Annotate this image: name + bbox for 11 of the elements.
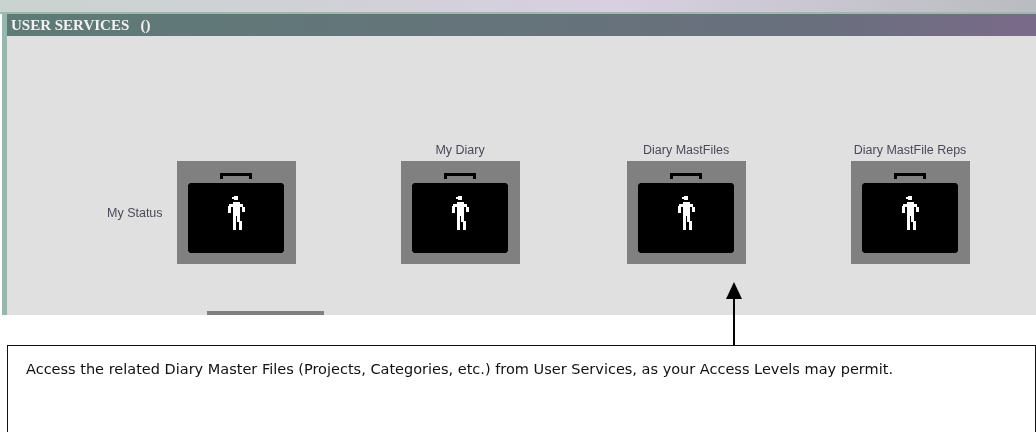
service-button[interactable]	[400, 161, 520, 264]
service-label: My Status	[107, 205, 163, 220]
callout-text: Access the related Diary Master Files (Projects, Categories, etc.) from User Services, as your Access Levels may permit.	[26, 360, 894, 378]
service-button[interactable]	[850, 161, 970, 264]
window-title: USER SERVICES ()	[11, 16, 151, 34]
service-label: Diary MastFiles	[643, 143, 730, 157]
service-label: Diary MastFile Reps	[853, 143, 967, 157]
service-button[interactable]	[626, 161, 746, 264]
service-label: My Diary	[435, 143, 485, 157]
pointer-arrow	[726, 282, 742, 345]
service-button[interactable]	[176, 161, 296, 264]
